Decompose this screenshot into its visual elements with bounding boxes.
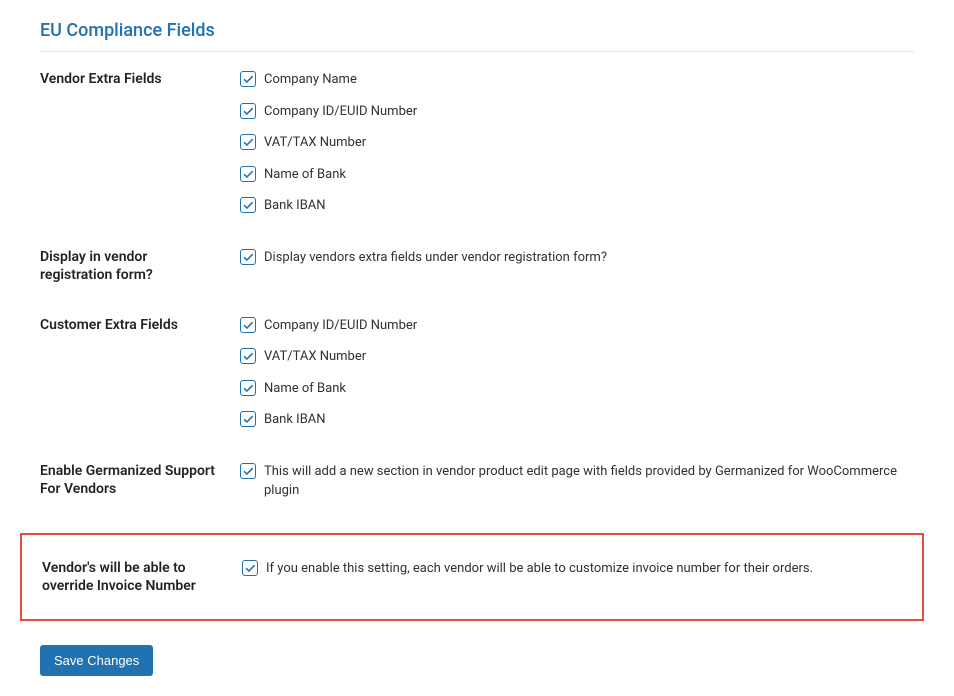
check-icon bbox=[242, 73, 254, 85]
checkbox-item: Name of Bank bbox=[240, 379, 914, 399]
checkbox-company-id[interactable] bbox=[240, 103, 256, 119]
checkbox-item: Bank IBAN bbox=[240, 196, 914, 216]
checkbox-item: If you enable this setting, each vendor … bbox=[242, 559, 902, 579]
check-icon bbox=[242, 105, 254, 117]
checkbox-item: Bank IBAN bbox=[240, 410, 914, 430]
check-icon bbox=[242, 465, 254, 477]
checkbox-cust-vat-tax[interactable] bbox=[240, 348, 256, 364]
checkbox-label: Name of Bank bbox=[264, 379, 346, 399]
checkbox-bank-iban[interactable] bbox=[240, 197, 256, 213]
check-icon bbox=[242, 319, 254, 331]
checkbox-label: VAT/TAX Number bbox=[264, 347, 366, 367]
germanized-support-row: Enable Germanized Support For Vendors Th… bbox=[40, 462, 914, 501]
highlighted-invoice-override: Vendor's will be able to override Invoic… bbox=[20, 533, 924, 621]
checkbox-label: If you enable this setting, each vendor … bbox=[266, 559, 813, 579]
germanized-support-fields: This will add a new section in vendor pr… bbox=[240, 462, 914, 501]
save-button[interactable]: Save Changes bbox=[40, 645, 153, 676]
display-registration-label: Display in vendor registration form? bbox=[40, 248, 240, 284]
invoice-override-label: Vendor's will be able to override Invoic… bbox=[42, 559, 242, 595]
customer-extra-fields-label: Customer Extra Fields bbox=[40, 316, 240, 334]
customer-extra-fields-row: Customer Extra Fields Company ID/EUID Nu… bbox=[40, 316, 914, 430]
check-icon bbox=[242, 413, 254, 425]
checkbox-item: This will add a new section in vendor pr… bbox=[240, 462, 914, 501]
checkbox-label: VAT/TAX Number bbox=[264, 133, 366, 153]
check-icon bbox=[242, 350, 254, 362]
invoice-override-fields: If you enable this setting, each vendor … bbox=[242, 559, 902, 579]
display-registration-fields: Display vendors extra fields under vendo… bbox=[240, 248, 914, 268]
checkbox-label: Name of Bank bbox=[264, 165, 346, 185]
check-icon bbox=[242, 168, 254, 180]
checkbox-item: Company Name bbox=[240, 70, 914, 90]
checkbox-vat-tax[interactable] bbox=[240, 134, 256, 150]
checkbox-display-registration[interactable] bbox=[240, 249, 256, 265]
checkbox-bank-name[interactable] bbox=[240, 166, 256, 182]
checkbox-item: VAT/TAX Number bbox=[240, 347, 914, 367]
vendor-extra-fields-label: Vendor Extra Fields bbox=[40, 70, 240, 88]
display-registration-row: Display in vendor registration form? Dis… bbox=[40, 248, 914, 284]
checkbox-label: Company ID/EUID Number bbox=[264, 316, 417, 336]
checkbox-item: VAT/TAX Number bbox=[240, 133, 914, 153]
checkbox-cust-bank-name[interactable] bbox=[240, 380, 256, 396]
checkbox-label: This will add a new section in vendor pr… bbox=[264, 462, 914, 501]
check-icon bbox=[244, 562, 256, 574]
checkbox-label: Display vendors extra fields under vendo… bbox=[264, 248, 607, 268]
vendor-extra-fields-row: Vendor Extra Fields Company Name Company… bbox=[40, 70, 914, 216]
check-icon bbox=[242, 251, 254, 263]
checkbox-label: Bank IBAN bbox=[264, 410, 326, 430]
checkbox-label: Company Name bbox=[264, 70, 357, 90]
checkbox-cust-bank-iban[interactable] bbox=[240, 411, 256, 427]
checkbox-item: Company ID/EUID Number bbox=[240, 102, 914, 122]
vendor-extra-fields-list: Company Name Company ID/EUID Number VAT/… bbox=[240, 70, 914, 216]
checkbox-germanized[interactable] bbox=[240, 463, 256, 479]
invoice-override-row: Vendor's will be able to override Invoic… bbox=[42, 559, 902, 595]
customer-extra-fields-list: Company ID/EUID Number VAT/TAX Number Na… bbox=[240, 316, 914, 430]
germanized-support-label: Enable Germanized Support For Vendors bbox=[40, 462, 240, 498]
section-title: EU Compliance Fields bbox=[40, 20, 914, 52]
checkbox-cust-company-id[interactable] bbox=[240, 317, 256, 333]
checkbox-company-name[interactable] bbox=[240, 71, 256, 87]
check-icon bbox=[242, 199, 254, 211]
checkbox-label: Bank IBAN bbox=[264, 196, 326, 216]
checkbox-item: Display vendors extra fields under vendo… bbox=[240, 248, 914, 268]
check-icon bbox=[242, 382, 254, 394]
checkbox-invoice-override[interactable] bbox=[242, 560, 258, 576]
checkbox-item: Name of Bank bbox=[240, 165, 914, 185]
checkbox-item: Company ID/EUID Number bbox=[240, 316, 914, 336]
check-icon bbox=[242, 136, 254, 148]
checkbox-label: Company ID/EUID Number bbox=[264, 102, 417, 122]
